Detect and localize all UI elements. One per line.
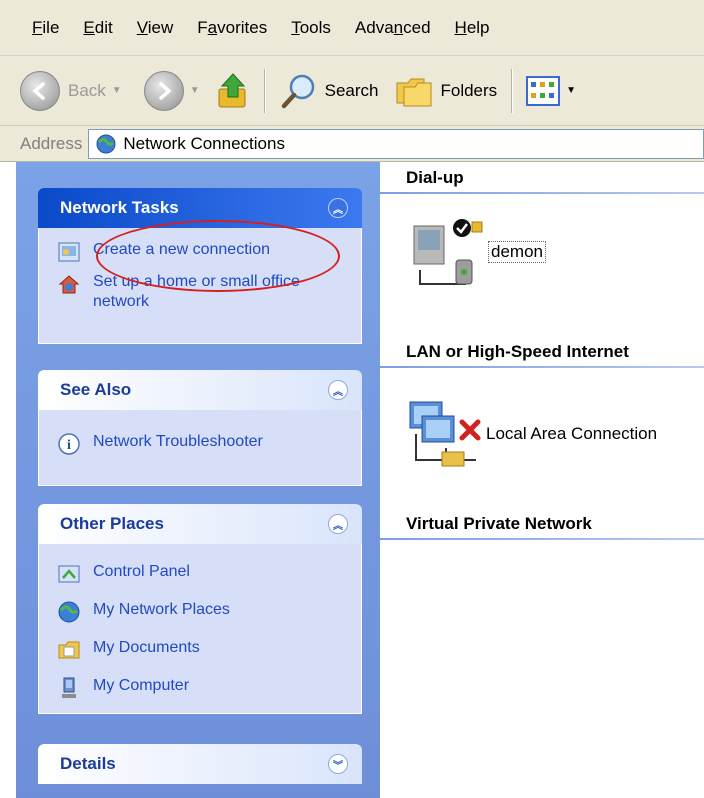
menu-edit[interactable]: Edit [71,11,124,45]
address-field[interactable]: Network Connections [88,128,704,159]
menu-favorites[interactable]: Favorites [185,11,279,45]
address-label: Address [20,133,83,153]
network-tasks-title: Network Tasks [60,198,179,217]
see-also-panel: See Also ︽ i Network Troubleshooter [38,370,362,486]
group-divider [380,538,704,540]
info-icon: i [57,432,81,456]
forward-arrow-icon [143,70,184,111]
menu-advanced[interactable]: Advanced [343,11,443,45]
see-also-header[interactable]: See Also ︽ [38,370,362,410]
other-places-title: Other Places [60,514,164,533]
other-places-panel: Other Places ︽ Control Panel My Network … [38,504,362,714]
group-lan-header: LAN or High-Speed Internet [406,342,629,361]
search-icon [281,74,314,108]
task-network-troubleshooter[interactable]: i Network Troubleshooter [57,432,351,456]
computer-icon [57,676,81,700]
connection-local-area[interactable]: Local Area Connection [406,394,657,474]
back-dropdown-icon[interactable]: ▼ [112,85,122,96]
other-places-header[interactable]: Other Places ︽ [38,504,362,544]
toolbar: Back ▼ ▼ Search Folders ▼ [0,56,704,126]
task-create-new-connection[interactable]: Create a new connection [57,240,351,264]
details-panel: Details ︾ [38,744,362,784]
network-places-icon [57,600,81,624]
collapse-chevron-icon[interactable]: ︽ [328,380,348,400]
task-pane: Network Tasks ︽ Create a new connection … [16,162,380,798]
search-label: Search [324,80,379,100]
documents-folder-icon [57,638,81,662]
group-divider [380,366,704,368]
back-arrow-icon [20,70,60,111]
connections-view: Dial-up demon LAN or High-Speed Internet… [380,162,704,798]
see-also-title: See Also [60,380,132,399]
toolbar-separator [263,68,265,113]
folders-button[interactable]: Folders [394,66,497,116]
folders-label: Folders [440,80,498,100]
svg-text:i: i [67,438,71,453]
search-button[interactable]: Search [279,66,379,116]
back-button[interactable]: Back ▼ [20,66,122,116]
details-title: Details [60,754,116,773]
expand-chevron-icon[interactable]: ︾ [328,754,348,774]
collapse-chevron-icon[interactable]: ︽ [328,514,348,534]
views-dropdown-icon[interactable]: ▼ [566,85,576,96]
place-my-computer[interactable]: My Computer [57,676,351,700]
place-my-network-places[interactable]: My Network Places [57,600,351,624]
other-places-body: Control Panel My Network Places My Docum… [38,544,362,714]
home-network-icon [57,272,81,296]
group-dialup-header: Dial-up [406,168,464,187]
see-also-body: i Network Troubleshooter [38,410,362,486]
group-divider [380,192,704,194]
address-value: Network Connections [123,133,285,153]
dialup-connection-icon [413,219,483,285]
views-grid-icon [526,75,561,106]
connection-demon[interactable]: demon [406,212,546,292]
control-panel-icon [57,562,81,586]
place-my-documents[interactable]: My Documents [57,638,351,662]
place-control-panel[interactable]: Control Panel [57,562,351,586]
forward-dropdown-icon[interactable]: ▼ [190,85,200,96]
collapse-chevron-icon[interactable]: ︽ [328,198,348,218]
network-tasks-panel: Network Tasks ︽ Create a new connection … [38,188,362,344]
menu-help[interactable]: Help [443,11,502,45]
connection-label: Local Area Connection [486,424,658,443]
task-home-office-network[interactable]: Set up a home or small office network [57,272,351,312]
up-folder-button[interactable] [216,66,250,116]
forward-button[interactable]: ▼ [143,66,200,116]
menu-tools[interactable]: Tools [279,11,343,45]
network-tasks-body: Create a new connection Set up a home or… [38,228,362,344]
back-label: Back [68,80,106,100]
menu-view[interactable]: View [125,11,186,45]
folders-icon [396,78,432,106]
address-bar: Address Network Connections [0,126,704,162]
views-button[interactable]: ▼ [526,66,576,116]
lan-connection-icon [409,401,481,467]
up-folder-icon [218,72,246,107]
network-tasks-header[interactable]: Network Tasks ︽ [38,188,362,228]
menu-bar: File Edit View Favorites Tools Advanced … [0,0,704,56]
toolbar-separator [511,68,513,113]
menu-file[interactable]: File [20,11,71,45]
network-connections-icon [96,134,116,153]
details-header[interactable]: Details ︾ [38,744,362,784]
connection-label: demon [488,241,546,263]
new-connection-icon [57,240,81,264]
group-vpn-header: Virtual Private Network [406,514,592,533]
